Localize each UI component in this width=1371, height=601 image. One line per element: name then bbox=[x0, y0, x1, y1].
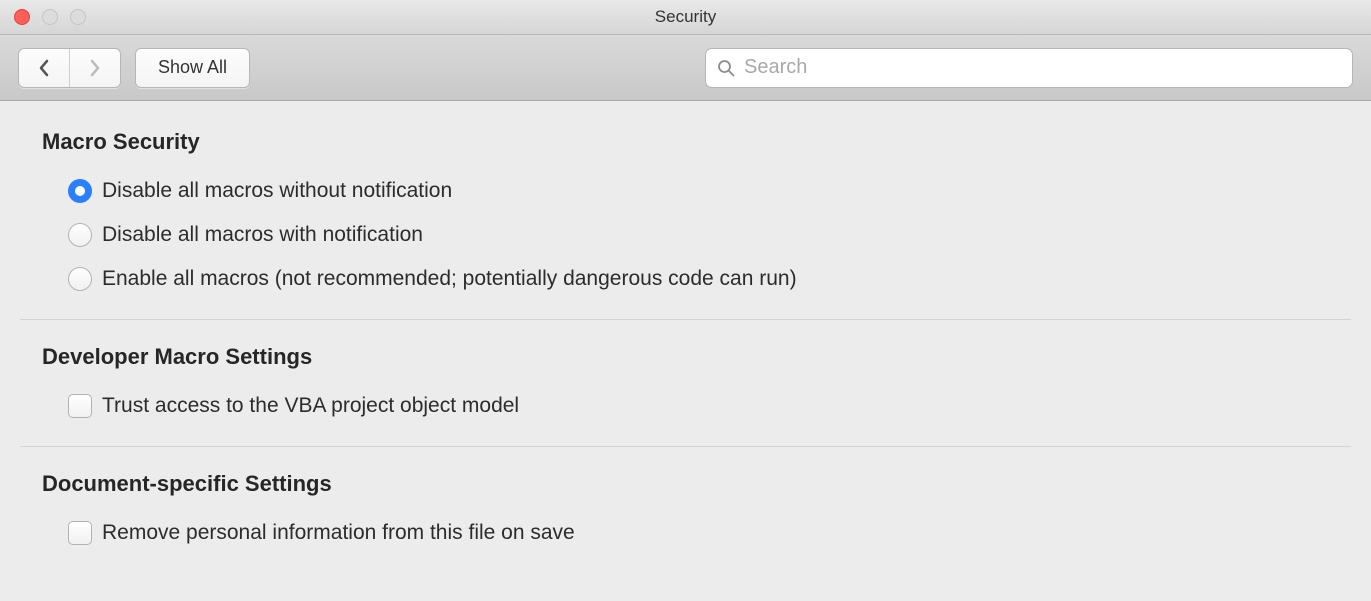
show-all-button[interactable]: Show All bbox=[135, 48, 250, 88]
search-box[interactable] bbox=[705, 48, 1353, 88]
option-remove-personal-info[interactable]: Remove personal information from this fi… bbox=[68, 511, 1351, 555]
close-window-button[interactable] bbox=[14, 9, 30, 25]
radio-disable-with-notification[interactable] bbox=[68, 223, 92, 247]
macro-security-options: Disable all macros without notification … bbox=[20, 169, 1351, 301]
radio-disable-without-notification[interactable] bbox=[68, 179, 92, 203]
search-input[interactable] bbox=[744, 56, 1342, 79]
checkbox-remove-personal-info[interactable] bbox=[68, 521, 92, 545]
checkbox-trust-vba-access[interactable] bbox=[68, 394, 92, 418]
document-specific-section: Document-specific Settings Remove person… bbox=[20, 471, 1351, 573]
option-trust-vba-access[interactable]: Trust access to the VBA project object m… bbox=[68, 384, 1351, 428]
titlebar: Security bbox=[0, 0, 1371, 35]
section-title-developer-macro: Developer Macro Settings bbox=[42, 344, 1351, 370]
option-enable-all-macros[interactable]: Enable all macros (not recommended; pote… bbox=[68, 257, 1351, 301]
option-disable-with-notification[interactable]: Disable all macros with notification bbox=[68, 213, 1351, 257]
search-icon bbox=[716, 58, 736, 78]
macro-security-section: Macro Security Disable all macros withou… bbox=[20, 129, 1351, 319]
developer-macro-section: Developer Macro Settings Trust access to… bbox=[20, 344, 1351, 446]
section-title-document-specific: Document-specific Settings bbox=[42, 471, 1351, 497]
section-title-macro-security: Macro Security bbox=[42, 129, 1351, 155]
option-label: Disable all macros with notification bbox=[102, 223, 423, 247]
nav-buttons bbox=[18, 48, 121, 88]
section-divider bbox=[20, 319, 1351, 320]
option-label: Trust access to the VBA project object m… bbox=[102, 394, 519, 418]
developer-macro-options: Trust access to the VBA project object m… bbox=[20, 384, 1351, 428]
zoom-window-button bbox=[70, 9, 86, 25]
back-button[interactable] bbox=[19, 49, 69, 87]
option-label: Disable all macros without notification bbox=[102, 179, 452, 203]
option-label: Remove personal information from this fi… bbox=[102, 521, 575, 545]
window-controls bbox=[14, 9, 86, 25]
content: Macro Security Disable all macros withou… bbox=[0, 101, 1371, 573]
option-disable-without-notification[interactable]: Disable all macros without notification bbox=[68, 169, 1351, 213]
toolbar: Show All bbox=[0, 35, 1371, 101]
chevron-left-icon bbox=[37, 59, 51, 77]
chevron-right-icon bbox=[88, 59, 102, 77]
option-label: Enable all macros (not recommended; pote… bbox=[102, 267, 797, 291]
minimize-window-button bbox=[42, 9, 58, 25]
section-divider bbox=[20, 446, 1351, 447]
document-specific-options: Remove personal information from this fi… bbox=[20, 511, 1351, 555]
window-title: Security bbox=[655, 7, 716, 27]
radio-enable-all-macros[interactable] bbox=[68, 267, 92, 291]
forward-button[interactable] bbox=[70, 49, 120, 87]
